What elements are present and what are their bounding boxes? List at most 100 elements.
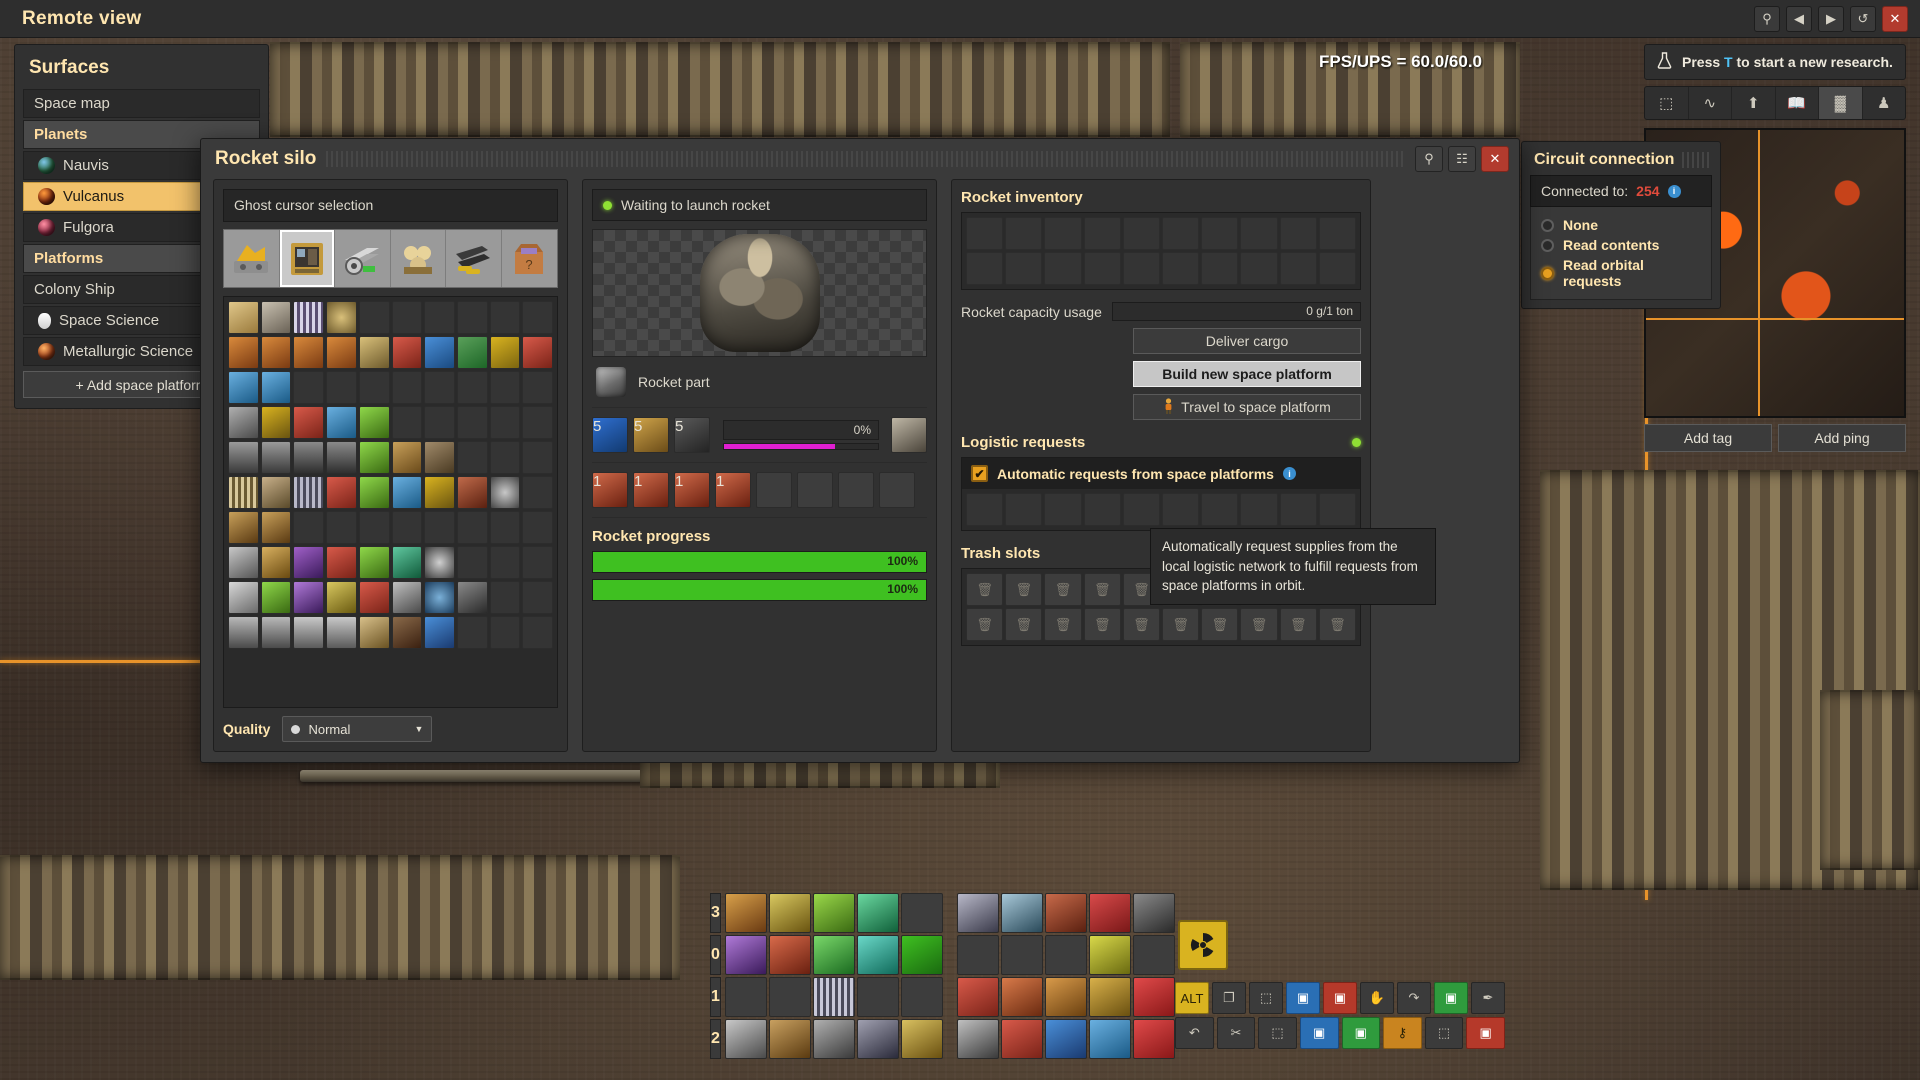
inventory-slot[interactable] bbox=[293, 581, 325, 614]
hotbar-slot[interactable] bbox=[1132, 893, 1175, 933]
inventory-slot[interactable] bbox=[391, 406, 423, 439]
blueprint2-button[interactable]: ▣ bbox=[1299, 1017, 1339, 1049]
trash-slot[interactable]: 🗑 bbox=[1279, 608, 1317, 641]
request-slot[interactable] bbox=[1162, 493, 1200, 526]
output-empty-slot[interactable] bbox=[879, 472, 915, 508]
inventory-slot[interactable] bbox=[456, 406, 488, 439]
inventory-slot[interactable] bbox=[326, 581, 357, 614]
trash-slot[interactable]: 🗑 bbox=[1083, 573, 1121, 606]
output-rocket-part[interactable]: 1 bbox=[633, 472, 669, 508]
hotbar-slot[interactable] bbox=[724, 977, 767, 1017]
checkbox-checked-icon[interactable]: ✔ bbox=[971, 465, 988, 482]
inventory-slot[interactable] bbox=[326, 336, 357, 369]
rocket-inventory-slot[interactable] bbox=[1083, 252, 1121, 285]
hotbar-slot[interactable] bbox=[856, 893, 899, 933]
inventory-slot[interactable] bbox=[456, 371, 488, 404]
inventory-slot[interactable] bbox=[228, 406, 259, 439]
inventory-slot[interactable] bbox=[293, 336, 325, 369]
search-icon[interactable]: ⚲ bbox=[1754, 5, 1780, 32]
hotbar-slot[interactable] bbox=[900, 893, 943, 933]
inventory-slot[interactable] bbox=[228, 441, 259, 474]
blueprint-book-button[interactable]: ▣ bbox=[1434, 982, 1468, 1014]
inventory-slot[interactable] bbox=[391, 476, 423, 509]
inventory-slot[interactable] bbox=[424, 476, 455, 509]
info-icon[interactable]: i bbox=[1667, 184, 1681, 198]
hotbar-slot[interactable] bbox=[856, 977, 899, 1017]
inventory-slot[interactable] bbox=[522, 511, 553, 544]
automatic-requests-checkbox-row[interactable]: ✔ Automatic requests from space platform… bbox=[962, 458, 1360, 489]
inventory-slot[interactable] bbox=[391, 511, 423, 544]
trash-slot[interactable]: 🗑 bbox=[1201, 608, 1239, 641]
ghost-slot-rocket-silo[interactable] bbox=[279, 230, 335, 287]
hotbar-slot[interactable] bbox=[812, 935, 855, 975]
inventory-slot[interactable] bbox=[326, 546, 357, 579]
rocket-inventory-slot[interactable] bbox=[1122, 252, 1160, 285]
inventory-slot[interactable] bbox=[489, 336, 521, 369]
rocket-inventory-slot[interactable] bbox=[1005, 252, 1043, 285]
ghost-slot-weapons[interactable] bbox=[446, 230, 502, 287]
inventory-slot[interactable] bbox=[293, 546, 325, 579]
search-icon[interactable]: ⚲ bbox=[1415, 146, 1443, 172]
circuit-option-read-orbital-requests[interactable]: Read orbital requests bbox=[1541, 255, 1701, 291]
inventory-slot[interactable] bbox=[293, 511, 325, 544]
inventory-slot[interactable] bbox=[456, 546, 488, 579]
hotbar-slot[interactable] bbox=[1000, 893, 1043, 933]
inventory-slot[interactable] bbox=[489, 301, 521, 334]
inventory-slot[interactable] bbox=[326, 476, 357, 509]
inventory-slot[interactable] bbox=[358, 371, 390, 404]
rocket-inventory-slot[interactable] bbox=[1044, 252, 1082, 285]
hotbar-slot[interactable] bbox=[1044, 1019, 1087, 1059]
hotbar-slot[interactable] bbox=[768, 977, 811, 1017]
hotbar-slot[interactable] bbox=[724, 935, 767, 975]
blueprint-icon[interactable]: ☷ bbox=[1448, 146, 1476, 172]
rocket-inventory-slot[interactable] bbox=[1162, 217, 1200, 250]
rocket-inventory-slot[interactable] bbox=[1122, 217, 1160, 250]
hotbar-slot[interactable] bbox=[900, 977, 943, 1017]
inventory-slot[interactable] bbox=[358, 476, 390, 509]
request-slot[interactable] bbox=[966, 493, 1004, 526]
inventory-slot[interactable] bbox=[489, 371, 521, 404]
quality-select[interactable]: Normal ▼ bbox=[282, 716, 433, 742]
trash-slot[interactable]: 🗑 bbox=[1044, 573, 1082, 606]
rocket-inventory-slot[interactable] bbox=[1318, 252, 1356, 285]
request-slot[interactable] bbox=[1279, 493, 1317, 526]
request-slot[interactable] bbox=[1083, 493, 1121, 526]
rocket-inventory-slot[interactable] bbox=[1318, 217, 1356, 250]
trash-slot[interactable]: 🗑 bbox=[1318, 608, 1356, 641]
inventory-slot[interactable] bbox=[391, 441, 423, 474]
rocket-inventory-slot[interactable] bbox=[1240, 252, 1278, 285]
inventory-slot[interactable] bbox=[391, 581, 423, 614]
inventory-slot[interactable] bbox=[424, 371, 455, 404]
inventory-slot[interactable] bbox=[424, 336, 455, 369]
output-rocket-part[interactable]: 1 bbox=[674, 472, 710, 508]
hotbar-slot[interactable] bbox=[724, 1019, 767, 1059]
inventory-slot[interactable] bbox=[391, 546, 423, 579]
inventory-slot[interactable] bbox=[489, 581, 521, 614]
hotbar-slot[interactable] bbox=[724, 893, 767, 933]
output-empty-slot[interactable] bbox=[797, 472, 833, 508]
upgrade-planner-button[interactable]: ✋ bbox=[1360, 982, 1394, 1014]
ghost-slot-steel-gear[interactable] bbox=[335, 230, 391, 287]
circuit-option-none[interactable]: None bbox=[1541, 215, 1701, 235]
hotbar-slot[interactable] bbox=[956, 977, 999, 1017]
hotbar-slot[interactable] bbox=[812, 977, 855, 1017]
inventory-slot[interactable] bbox=[293, 406, 325, 439]
request-slot[interactable] bbox=[1122, 493, 1160, 526]
trash-slot[interactable]: 🗑 bbox=[1162, 608, 1200, 641]
inventory-slot[interactable] bbox=[260, 616, 292, 649]
inventory-slot[interactable] bbox=[326, 371, 357, 404]
inventory-slot[interactable] bbox=[358, 546, 390, 579]
select-area-icon[interactable]: ⬚ bbox=[1645, 87, 1689, 119]
inventory-slot[interactable] bbox=[424, 581, 455, 614]
deliver-cargo-button[interactable]: Deliver cargo bbox=[1133, 328, 1361, 354]
inventory-slot[interactable] bbox=[228, 616, 259, 649]
inventory-slot[interactable] bbox=[424, 406, 455, 439]
rocket-inventory-slot[interactable] bbox=[966, 217, 1004, 250]
ghost-slot-processing-unit[interactable] bbox=[391, 230, 446, 287]
hotbar-slot[interactable] bbox=[1000, 977, 1043, 1017]
request-slot[interactable] bbox=[1201, 493, 1239, 526]
inventory-slot[interactable] bbox=[424, 511, 455, 544]
hotbar-slot[interactable] bbox=[956, 935, 999, 975]
trash-slot[interactable]: 🗑 bbox=[966, 608, 1004, 641]
inventory-slot[interactable] bbox=[228, 476, 259, 509]
